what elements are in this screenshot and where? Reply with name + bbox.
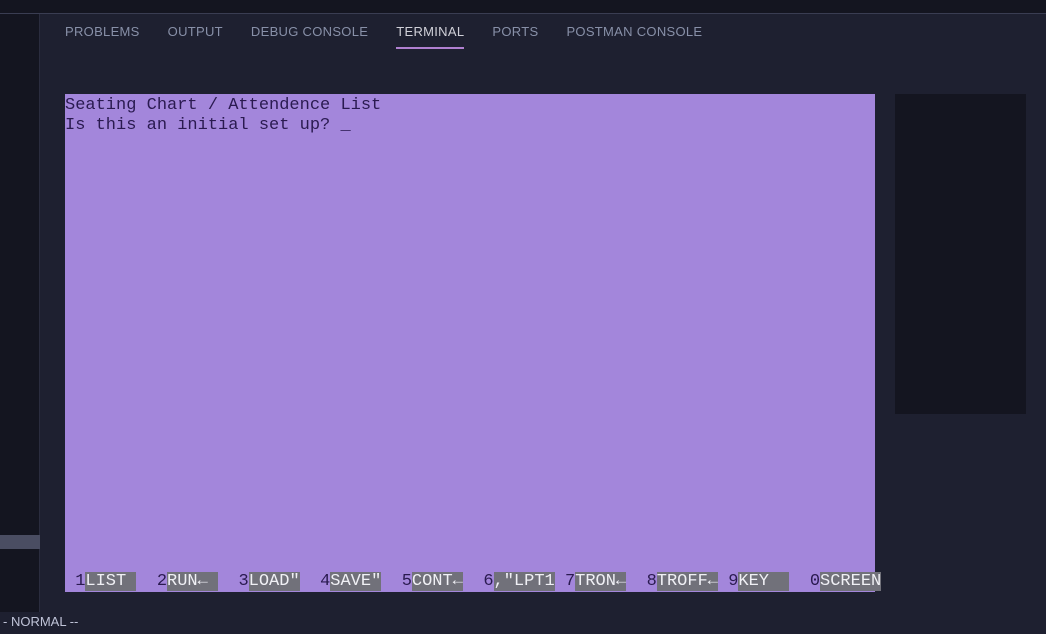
tab-debug-console[interactable]: DEBUG CONSOLE — [251, 24, 368, 49]
terminal-line-1: Seating Chart / Attendence List — [65, 96, 875, 116]
fkey-label: TROFF← — [657, 572, 718, 591]
fkey-label: LIST — [85, 572, 136, 591]
tab-problems[interactable]: PROBLEMS — [65, 24, 140, 49]
terminal-line-2: Is this an initial set up? _ — [65, 116, 875, 136]
function-keys-bar: 1LIST 2RUN← 3LOAD" 4SAVE" 5CONT← 6,"LPT1… — [65, 572, 881, 592]
panel-tabs: PROBLEMS OUTPUT DEBUG CONSOLE TERMINAL P… — [40, 14, 1046, 59]
terminal-screen[interactable]: Seating Chart / Attendence List Is this … — [65, 94, 875, 592]
status-bar: - NORMAL -- — [0, 612, 1046, 634]
sidebar-marker — [0, 535, 40, 549]
right-panel — [895, 94, 1026, 414]
fkey-label: KEY — [738, 572, 789, 591]
fkey-label: SCREEN — [820, 572, 881, 591]
fkey-num: 0 — [789, 572, 820, 591]
tab-output[interactable]: OUTPUT — [168, 24, 223, 49]
terminal-container: Seating Chart / Attendence List Is this … — [65, 94, 1046, 592]
fkey-label: RUN← — [167, 572, 218, 591]
tab-postman-console[interactable]: POSTMAN CONSOLE — [566, 24, 702, 49]
fkey-num: 8 — [626, 572, 657, 591]
fkey-label: TRON← — [575, 572, 626, 591]
fkey-num: 5 — [381, 572, 412, 591]
fkey-num: 1 — [65, 572, 85, 591]
fkey-num: 6 — [463, 572, 494, 591]
fkey-num: 2 — [136, 572, 167, 591]
fkey-num: 4 — [300, 572, 331, 591]
top-bar — [0, 0, 1046, 14]
fkey-num: 9 — [718, 572, 738, 591]
fkey-label: SAVE" — [330, 572, 381, 591]
activity-bar — [0, 14, 40, 612]
fkey-label: CONT← — [412, 572, 463, 591]
fkey-num: 7 — [555, 572, 575, 591]
cursor: _ — [340, 116, 350, 135]
fkey-label: LOAD" — [249, 572, 300, 591]
fkey-num: 3 — [218, 572, 249, 591]
tab-ports[interactable]: PORTS — [492, 24, 538, 49]
vim-mode: - NORMAL -- — [3, 614, 78, 629]
fkey-label: ,"LPT1 — [494, 572, 555, 591]
tab-terminal[interactable]: TERMINAL — [396, 24, 464, 49]
